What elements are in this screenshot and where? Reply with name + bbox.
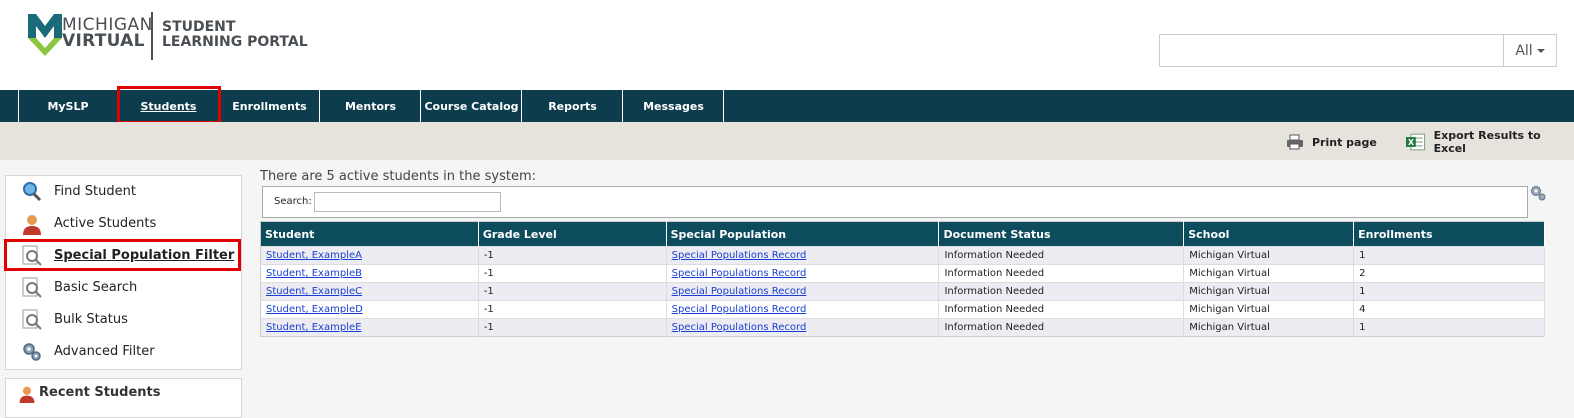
portal-title-line2: LEARNING PORTAL	[162, 34, 308, 50]
school-cell: Michigan Virtual	[1183, 318, 1355, 337]
school-cell: Michigan Virtual	[1183, 264, 1355, 283]
svg-text:X: X	[1408, 138, 1414, 147]
table-search-input[interactable]	[314, 192, 501, 212]
table-row: Student, ExampleC -1 Special Populations…	[260, 282, 1545, 301]
document-status-cell: Information Needed	[938, 264, 1185, 283]
active-students-summary: There are 5 active students in the syste…	[260, 169, 537, 184]
user-icon	[19, 386, 35, 403]
main-navigation: MySLP Students Enrollments Mentors Cours…	[0, 90, 1574, 122]
search-document-icon	[22, 277, 42, 298]
student-link[interactable]: Student, ExampleD	[266, 304, 363, 315]
table-header-row: Student Grade Level Special Population D…	[260, 221, 1545, 247]
column-header-school[interactable]: School	[1183, 221, 1355, 247]
sidebar-item-basic-search[interactable]: Basic Search	[6, 274, 243, 302]
enrollments-cell: 1	[1353, 246, 1545, 265]
logo-divider	[151, 12, 153, 60]
sidebar-item-active-students[interactable]: Active Students	[6, 210, 243, 238]
document-status-cell: Information Needed	[938, 282, 1185, 301]
column-header-student[interactable]: Student	[260, 221, 479, 247]
grade-level-cell: -1	[478, 318, 667, 337]
column-header-grade-level[interactable]: Grade Level	[478, 221, 667, 247]
recent-students-panel: Recent Students	[5, 378, 242, 418]
print-page-button[interactable]: Print page	[1286, 131, 1377, 153]
grade-level-cell: -1	[478, 264, 667, 283]
sidebar-item-bulk-status[interactable]: Bulk Status	[6, 306, 243, 334]
nav-tab-course-catalog[interactable]: Course Catalog	[422, 90, 522, 122]
enrollments-cell: 1	[1353, 282, 1545, 301]
grade-level-cell: -1	[478, 246, 667, 265]
search-scope-dropdown[interactable]: All	[1503, 35, 1556, 66]
table-search-label: Search:	[274, 196, 312, 207]
nav-tab-enrollments[interactable]: Enrollments	[220, 90, 320, 122]
global-search-input[interactable]	[1160, 35, 1503, 66]
column-header-enrollments[interactable]: Enrollments	[1353, 221, 1545, 247]
enrollments-cell: 1	[1353, 318, 1545, 337]
nav-tab-messages[interactable]: Messages	[624, 90, 724, 122]
print-page-label: Print page	[1312, 135, 1377, 149]
search-document-icon	[22, 309, 42, 330]
magnifier-icon	[23, 182, 42, 202]
user-icon	[23, 215, 41, 235]
brand-line2: VIRTUAL	[62, 31, 145, 51]
school-cell: Michigan Virtual	[1183, 300, 1355, 319]
table-row: Student, ExampleA -1 Special Populations…	[260, 246, 1545, 265]
enrollments-cell: 2	[1353, 264, 1545, 283]
student-link[interactable]: Student, ExampleE	[266, 322, 361, 333]
search-scope-label: All	[1515, 42, 1533, 59]
grade-level-cell: -1	[478, 300, 667, 319]
student-link[interactable]: Student, ExampleA	[266, 250, 362, 261]
page-header: MICHIGAN VIRTUAL STUDENT LEARNING PORTAL…	[0, 0, 1574, 90]
student-link[interactable]: Student, ExampleC	[266, 286, 362, 297]
excel-icon: X	[1406, 133, 1426, 151]
student-sidebar: Find Student Active Students Special Pop…	[5, 175, 242, 370]
document-status-cell: Information Needed	[938, 318, 1185, 337]
michigan-virtual-logo-icon	[28, 14, 62, 56]
special-populations-link[interactable]: Special Populations Record	[672, 322, 807, 333]
gears-icon	[23, 343, 41, 361]
printer-icon	[1287, 134, 1303, 150]
table-row: Student, ExampleE -1 Special Populations…	[260, 318, 1545, 337]
sidebar-item-special-population-filter[interactable]: Special Population Filter	[6, 242, 243, 270]
document-status-cell: Information Needed	[938, 300, 1185, 319]
enrollments-cell: 4	[1353, 300, 1545, 319]
recent-students-title: Recent Students	[39, 385, 161, 400]
special-populations-link[interactable]: Special Populations Record	[672, 304, 807, 315]
search-document-icon	[22, 245, 42, 266]
sidebar-item-find-student[interactable]: Find Student	[6, 178, 243, 206]
table-row: Student, ExampleD -1 Special Populations…	[260, 300, 1545, 319]
export-excel-button[interactable]: X Export Results to Excel	[1406, 129, 1574, 155]
global-search: All	[1159, 34, 1557, 67]
school-cell: Michigan Virtual	[1183, 282, 1355, 301]
students-table: Student Grade Level Special Population D…	[260, 221, 1545, 337]
column-header-special-population[interactable]: Special Population	[666, 221, 940, 247]
special-populations-link[interactable]: Special Populations Record	[672, 250, 807, 261]
portal-title-line1: STUDENT	[162, 19, 236, 35]
student-link[interactable]: Student, ExampleB	[266, 268, 362, 279]
action-toolbar: Print page X Export Results to Excel	[0, 122, 1574, 160]
grade-level-cell: -1	[478, 282, 667, 301]
special-populations-link[interactable]: Special Populations Record	[672, 268, 807, 279]
document-status-cell: Information Needed	[938, 246, 1185, 265]
sidebar-item-advanced-filter[interactable]: Advanced Filter	[6, 338, 243, 366]
chevron-down-icon	[1536, 48, 1545, 53]
nav-tab-reports[interactable]: Reports	[523, 90, 623, 122]
table-search-bar: Search:	[262, 186, 1528, 218]
nav-tab-mentors[interactable]: Mentors	[321, 90, 421, 122]
special-populations-link[interactable]: Special Populations Record	[672, 286, 807, 297]
column-header-document-status[interactable]: Document Status	[938, 221, 1185, 247]
settings-gear-icon[interactable]	[1530, 185, 1546, 201]
table-row: Student, ExampleB -1 Special Populations…	[260, 264, 1545, 283]
nav-tab-students[interactable]: Students	[119, 90, 219, 122]
export-excel-label: Export Results to Excel	[1433, 129, 1541, 155]
school-cell: Michigan Virtual	[1183, 246, 1355, 265]
nav-tab-myslp[interactable]: MySLP	[18, 90, 118, 122]
